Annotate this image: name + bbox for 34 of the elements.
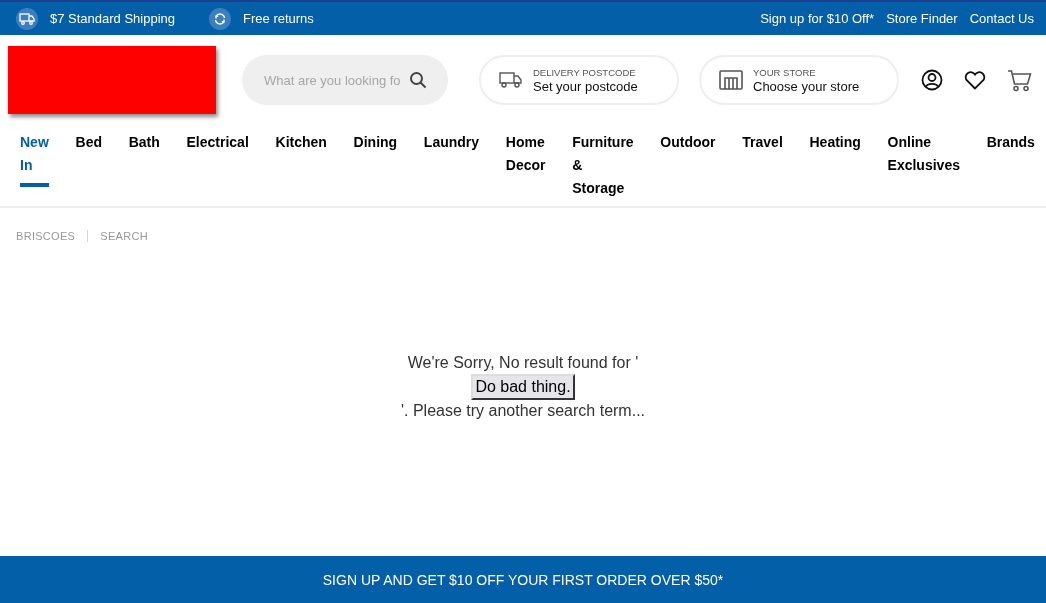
nav-tab[interactable]: Online Exclusives [887, 131, 960, 183]
no-results-text: '. Please try another search term... [400, 402, 645, 420]
nav-tab[interactable]: Bath [128, 131, 160, 160]
nav-tab[interactable]: New In [20, 131, 49, 187]
injected-button[interactable]: Do bad thing. [471, 374, 575, 400]
nav-tab[interactable]: Home Decor [505, 131, 546, 183]
header-link[interactable]: Contact Us [969, 11, 1034, 26]
heart-icon[interactable] [964, 70, 986, 90]
no-results-text: We're Sorry, No result found for ' [407, 354, 639, 372]
account-icon[interactable] [921, 69, 943, 91]
store-selector-button[interactable]: YOUR STORE Choose your store [699, 55, 899, 105]
nav-tab[interactable]: Dining [353, 131, 398, 160]
nav-tab[interactable]: Laundry [423, 131, 480, 160]
search-field[interactable]: What are you looking fo [242, 55, 448, 105]
nav-tab[interactable]: Travel [742, 131, 783, 160]
truck-icon [499, 71, 523, 89]
nav-tab[interactable]: Heating [809, 131, 861, 160]
search-icon[interactable] [409, 71, 427, 89]
nav-tab[interactable]: Bed [75, 131, 102, 160]
header-link[interactable]: Store Finder [886, 11, 958, 26]
promo-text: Free returns [243, 11, 314, 26]
cart-icon[interactable] [1007, 68, 1032, 92]
nav-tab[interactable]: Furniture & Storage [572, 131, 634, 206]
refresh-icon [213, 11, 228, 26]
header-link[interactable]: Sign up for $10 Off* [760, 11, 875, 26]
store-icon [719, 70, 743, 90]
signup-banner-text[interactable]: SIGN UP AND GET $10 OFF YOUR FIRST ORDER OVER $50* [322, 571, 724, 588]
truck-icon [19, 12, 35, 25]
delivery-postcode-button[interactable]: DELIVERY POSTCODE Set your postcode [479, 55, 679, 105]
nav-tab[interactable]: Electrical [186, 131, 249, 160]
nav-tab[interactable]: Outdoor [660, 131, 716, 160]
nav-tab[interactable]: Brands [986, 131, 1035, 160]
nav-tab[interactable]: Kitchen [275, 131, 327, 160]
promo-text: $7 Standard Shipping [50, 11, 176, 26]
